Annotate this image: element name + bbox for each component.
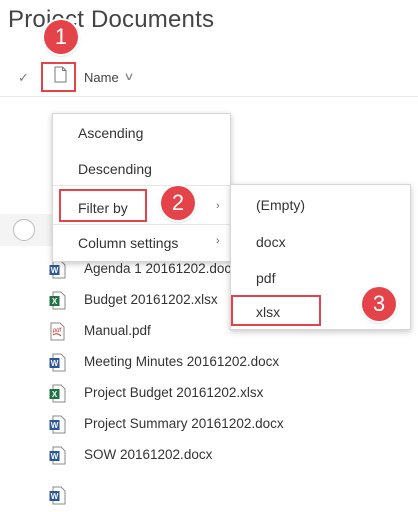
word-document-icon: W [49, 415, 66, 434]
list-item[interactable]: X Project Budget 20161202.xlsx [0, 379, 418, 409]
svg-text:W: W [51, 266, 59, 275]
file-name[interactable]: Meeting Minutes 20161202.docx [84, 354, 279, 369]
highlight-file-type-column [41, 62, 76, 92]
list-item[interactable]: W Meeting Minutes 20161202.docx [0, 348, 418, 378]
list-item[interactable]: W Project Summary 20161202.docx [0, 410, 418, 440]
svg-text:W: W [51, 452, 59, 461]
step-badge-3: 3 [362, 287, 396, 321]
file-name[interactable]: Project Budget 20161202.xlsx [84, 385, 263, 400]
menu-divider [53, 224, 230, 225]
step-badge-2: 2 [161, 186, 195, 220]
list-item[interactable]: W [0, 481, 418, 511]
highlight-filter-by [59, 189, 147, 222]
filter-option-docx[interactable]: docx [256, 234, 286, 250]
word-document-icon: W [49, 260, 66, 279]
highlight-xlsx-option [231, 295, 321, 326]
page-title: Project Documents [8, 6, 215, 33]
menu-divider [53, 185, 230, 186]
row-select-radio[interactable] [13, 219, 35, 241]
word-document-icon: W [49, 486, 66, 505]
column-header-name[interactable]: Name [84, 70, 119, 85]
filter-option-pdf[interactable]: pdf [256, 270, 275, 286]
filter-option-empty[interactable]: (Empty) [256, 197, 305, 213]
step-badge-1: 1 [44, 20, 78, 54]
excel-spreadsheet-icon: X [49, 384, 66, 403]
chevron-down-icon[interactable]: ∨ [123, 70, 134, 83]
svg-text:W: W [51, 492, 59, 501]
file-name[interactable]: SOW 20161202.docx [84, 447, 212, 462]
select-all-check-icon[interactable]: ✓ [18, 70, 29, 86]
file-name[interactable]: Manual.pdf [84, 323, 151, 338]
column-context-menu: Ascending Descending Filter by › Column … [52, 113, 231, 262]
svg-text:X: X [52, 297, 58, 306]
header-divider [0, 96, 418, 97]
svg-text:W: W [51, 421, 59, 430]
svg-text:W: W [51, 359, 59, 368]
svg-text:X: X [52, 390, 58, 399]
excel-spreadsheet-icon: X [49, 291, 66, 310]
pdf-document-icon: pdf [50, 322, 65, 341]
word-document-icon: W [49, 446, 66, 465]
menu-item-descending[interactable]: Descending [78, 161, 152, 177]
chevron-right-icon: › [216, 200, 220, 212]
list-item[interactable]: W SOW 20161202.docx [0, 441, 418, 471]
menu-item-ascending[interactable]: Ascending [78, 125, 143, 141]
svg-text:pdf: pdf [52, 328, 63, 334]
file-name[interactable]: Budget 20161202.xlsx [84, 292, 218, 307]
menu-item-column-settings[interactable]: Column settings [78, 235, 178, 251]
chevron-right-icon: › [216, 235, 220, 247]
word-document-icon: W [49, 353, 66, 372]
file-name[interactable]: Project Summary 20161202.docx [84, 416, 284, 431]
file-name[interactable]: Agenda 1 20161202.docx [84, 261, 238, 276]
